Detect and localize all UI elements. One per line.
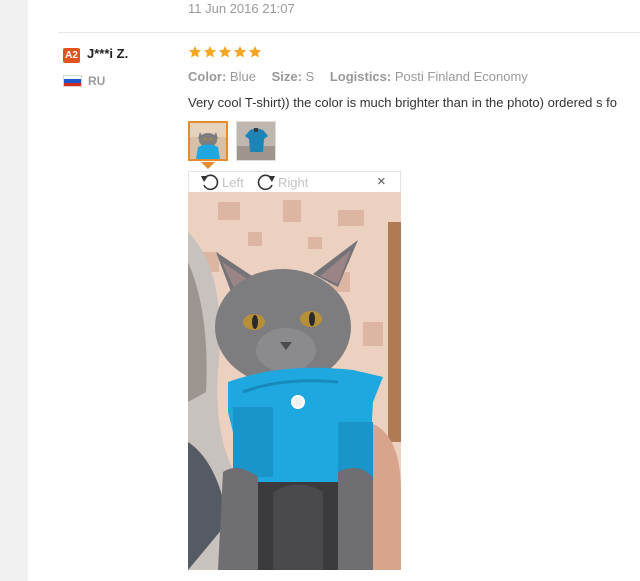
star-icon [218,45,232,58]
left-gutter [0,0,28,581]
shirt-photo-thumbnail-image [237,122,275,160]
close-viewer-button[interactable]: × [377,174,386,190]
russia-flag-icon [63,75,82,87]
rotate-left-button[interactable]: Left [200,173,244,191]
logistics-info: Logistics: Posti Finland Economy [330,69,528,84]
size-label: Size: [271,69,302,84]
logistics-label: Logistics: [329,69,392,84]
cat-in-blue-shirt-photo [188,192,401,570]
size-value: S [305,69,315,84]
rotate-left-label: Left [222,174,244,190]
review-photo-thumbnail-2[interactable] [236,121,276,161]
star-icon [248,45,262,58]
star-icon [203,45,217,58]
cat-photo-thumbnail-image [190,123,226,159]
order-details: Color: Blue Size: S Logistics: Posti Fin… [188,69,540,84]
previous-review-date: 11 Jun 2016 21:07 [188,1,295,16]
size-info: Size: S [272,69,315,84]
image-viewer-toolbar: Left Right × [188,171,401,192]
star-rating [188,45,262,59]
color-value: Blue [229,69,256,84]
review-text: Very cool T-shirt)) the color is much br… [188,95,617,110]
thumbnail-selected-caret [201,162,215,169]
review-photo-thumbnail-1[interactable] [188,121,228,161]
buyer-level-badge: A2 [63,48,80,63]
color-label: Color: [188,69,227,84]
logistics-value: Posti Finland Economy [394,69,528,84]
color-info: Color: Blue [188,69,256,84]
reviewer-country: RU [88,74,106,88]
rotate-right-button[interactable]: Right [256,173,308,191]
review-divider [58,32,640,33]
rotate-right-label: Right [278,174,309,190]
star-icon [188,45,202,58]
review-photo-enlarged [188,192,401,570]
rotate-right-icon [257,174,275,191]
rotate-left-icon [201,174,219,191]
star-icon [233,45,247,58]
reviewer-name: J***i Z. [87,46,129,61]
close-icon: × [377,173,386,190]
